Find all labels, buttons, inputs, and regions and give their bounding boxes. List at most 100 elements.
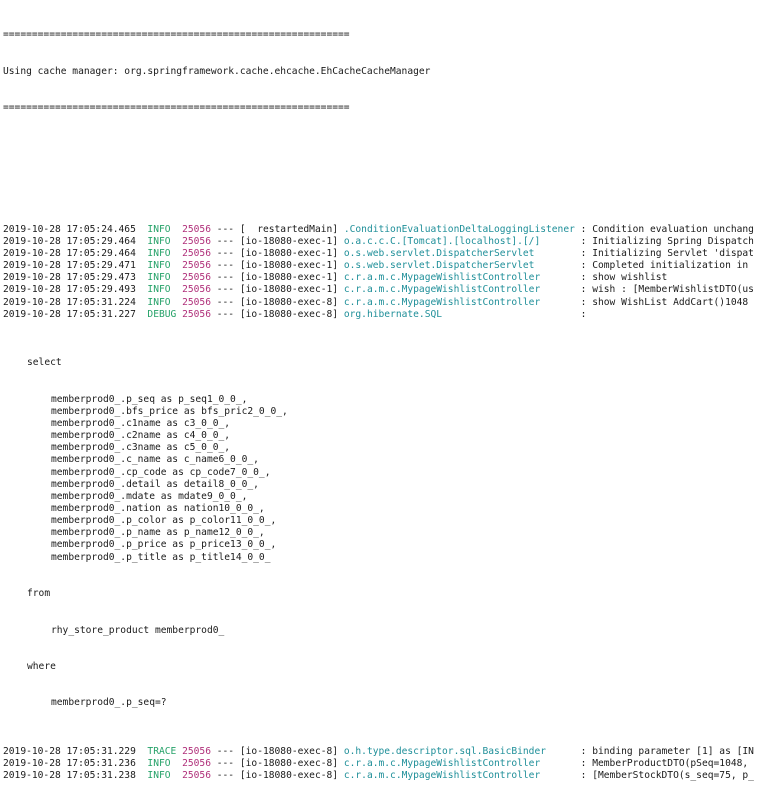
log-logger: c.r.a.m.c.MypageWishlistController bbox=[343, 770, 575, 782]
log-logger: org.hibernate.SQL bbox=[343, 308, 575, 320]
log-line: 2019-10-28 17:05:29.464 INFO 25056 --- [… bbox=[3, 236, 754, 248]
log-pid: 25056 bbox=[182, 272, 211, 284]
sql-column: memberprod0_.nation as nation10_0_0_, bbox=[51, 503, 265, 515]
sql-column-list: memberprod0_.p_seq as p_seq1_0_0_, member… bbox=[3, 394, 754, 564]
log-logger: c.r.a.m.c.MypageWishlistController bbox=[343, 284, 575, 296]
log-pid: 25056 bbox=[182, 260, 211, 272]
sql-column: memberprod0_.c2name as c4_0_0_, bbox=[51, 430, 231, 442]
log-thread: --- [io-18080-exec-1] bbox=[210, 272, 344, 284]
log-level: INFO bbox=[147, 223, 177, 235]
log-level: INFO bbox=[147, 284, 177, 296]
sql-column: memberprod0_.p_seq as p_seq1_0_0_, bbox=[51, 393, 248, 405]
sql-from-keyword: from bbox=[27, 588, 51, 600]
log-thread: --- [io-18080-exec-1] bbox=[210, 235, 344, 247]
log-line: 2019-10-28 17:05:31.224 INFO 25056 --- [… bbox=[3, 297, 754, 309]
log-line: 2019-10-28 17:05:29.471 INFO 25056 --- [… bbox=[3, 260, 754, 272]
log-pid: 25056 bbox=[182, 296, 211, 308]
log-thread: --- [io-18080-exec-1] bbox=[210, 260, 344, 272]
log-line: 2019-10-28 17:05:31.229 TRACE 25056 --- … bbox=[3, 746, 754, 758]
log-thread: --- [io-18080-exec-1] bbox=[210, 284, 344, 296]
log-pid: 25056 bbox=[182, 770, 211, 782]
log-logger: c.r.a.m.c.MypageWishlistController bbox=[343, 272, 575, 284]
log-pid: 25056 bbox=[182, 308, 211, 320]
log-message: : Initializing Spring Dispatch bbox=[574, 235, 754, 247]
log-timestamp: 2019-10-28 17:05:31.224 bbox=[3, 296, 136, 308]
log-logger: o.s.web.servlet.DispatcherServlet bbox=[343, 260, 575, 272]
log-level: INFO bbox=[147, 758, 177, 770]
log-timestamp: 2019-10-28 17:05:31.238 bbox=[3, 770, 136, 782]
log-logger: o.h.type.descriptor.sql.BasicBinder bbox=[343, 746, 575, 758]
log-line: 2019-10-28 17:05:31.227 DEBUG 25056 --- … bbox=[3, 309, 754, 321]
log-logger: o.s.web.servlet.DispatcherServlet bbox=[343, 248, 575, 260]
log-timestamp: 2019-10-28 17:05:31.229 bbox=[3, 746, 136, 758]
log-message: : Initializing Servlet 'dispat bbox=[574, 248, 754, 260]
log-timestamp: 2019-10-28 17:05:24.465 bbox=[3, 223, 136, 235]
log-line: 2019-10-28 17:05:24.465 INFO 25056 --- [… bbox=[3, 224, 754, 236]
log-level: DEBUG bbox=[147, 308, 177, 320]
log-timestamp: 2019-10-28 17:05:29.473 bbox=[3, 272, 136, 284]
log-line: 2019-10-28 17:05:29.493 INFO 25056 --- [… bbox=[3, 284, 754, 296]
sql-column: memberprod0_.c_name as c_name6_0_0_, bbox=[51, 454, 259, 466]
log-level: INFO bbox=[147, 272, 177, 284]
log-message: : binding parameter [1] as [IN bbox=[574, 746, 754, 758]
log-line: 2019-10-28 17:05:29.464 INFO 25056 --- [… bbox=[3, 248, 754, 260]
log-thread: --- [io-18080-exec-1] bbox=[210, 248, 344, 260]
sql-column: memberprod0_.p_name as p_name12_0_0_, bbox=[51, 527, 265, 539]
log-timestamp: 2019-10-28 17:05:29.471 bbox=[3, 260, 136, 272]
log-pid: 25056 bbox=[182, 248, 211, 260]
sql-column: memberprod0_.p_title as p_title14_0_0_ bbox=[51, 551, 271, 563]
log-thread: --- [ restartedMain] bbox=[210, 223, 344, 235]
log-message: : [MemberStockDTO(s_seq=75, p_ bbox=[574, 770, 754, 782]
log-line: 2019-10-28 17:05:31.236 INFO 25056 --- [… bbox=[3, 758, 754, 770]
log-pid: 25056 bbox=[182, 758, 211, 770]
log-logger: o.a.c.c.C.[Tomcat].[localhost].[/] bbox=[343, 235, 575, 247]
sql-where-keyword: where bbox=[27, 660, 56, 672]
sql-column: memberprod0_.c1name as c3_0_0_, bbox=[51, 418, 231, 430]
log-message: : Condition evaluation unchang bbox=[574, 223, 754, 235]
log-lines: 2019-10-28 17:05:24.465 INFO 25056 --- [… bbox=[3, 224, 754, 321]
log-thread: --- [io-18080-exec-8] bbox=[210, 308, 344, 320]
sql-column: memberprod0_.c3name as c5_0_0_, bbox=[51, 442, 231, 454]
sql-column: memberprod0_.mdate as mdate9_0_0_, bbox=[51, 490, 248, 502]
log-logger: c.r.a.m.c.MypageWishlistController bbox=[343, 296, 575, 308]
log-pid: 25056 bbox=[182, 746, 211, 758]
log-thread: --- [io-18080-exec-8] bbox=[210, 758, 344, 770]
log-timestamp: 2019-10-28 17:05:29.493 bbox=[3, 284, 136, 296]
log-timestamp: 2019-10-28 17:05:31.236 bbox=[3, 758, 136, 770]
log-level: TRACE bbox=[147, 746, 177, 758]
sql-condition: memberprod0_.p_seq=? bbox=[51, 697, 167, 709]
sql-column: memberprod0_.bfs_price as bfs_pric2_0_0_… bbox=[51, 405, 288, 417]
log-timestamp: 2019-10-28 17:05:29.464 bbox=[3, 248, 136, 260]
header-rule-top: ========================================… bbox=[3, 29, 350, 41]
console-output[interactable]: ========================================… bbox=[3, 5, 754, 795]
log-pid: 25056 bbox=[182, 223, 211, 235]
log-level: INFO bbox=[147, 235, 177, 247]
log-lines-tail: 2019-10-28 17:05:31.229 TRACE 25056 --- … bbox=[3, 746, 754, 782]
sql-select-keyword: select bbox=[27, 357, 62, 369]
log-message: : show WishList AddCart()1048 bbox=[574, 296, 749, 308]
log-level: INFO bbox=[147, 770, 177, 782]
log-logger: .ConditionEvaluationDeltaLoggingListener bbox=[343, 223, 575, 235]
log-message: : MemberProductDTO(pSeq=1048, bbox=[574, 758, 754, 770]
log-thread: --- [io-18080-exec-8] bbox=[210, 746, 344, 758]
log-message: : Completed initialization in bbox=[574, 260, 754, 272]
sql-column: memberprod0_.detail as detail8_0_0_, bbox=[51, 478, 259, 490]
sql-column: memberprod0_.cp_code as cp_code7_0_0_, bbox=[51, 466, 271, 478]
log-pid: 25056 bbox=[182, 235, 211, 247]
log-line: 2019-10-28 17:05:31.238 INFO 25056 --- [… bbox=[3, 770, 754, 782]
log-level: INFO bbox=[147, 260, 177, 272]
log-message: : bbox=[574, 308, 587, 320]
log-thread: --- [io-18080-exec-8] bbox=[210, 770, 344, 782]
log-timestamp: 2019-10-28 17:05:31.227 bbox=[3, 308, 136, 320]
log-level: INFO bbox=[147, 248, 177, 260]
log-pid: 25056 bbox=[182, 284, 211, 296]
sql-column: memberprod0_.p_color as p_color11_0_0_, bbox=[51, 515, 277, 527]
log-logger: c.r.a.m.c.MypageWishlistController bbox=[343, 758, 575, 770]
log-message: : wish : [MemberWishlistDTO(us bbox=[574, 284, 754, 296]
cache-manager-message: Using cache manager: org.springframework… bbox=[3, 65, 431, 77]
log-line: 2019-10-28 17:05:29.473 INFO 25056 --- [… bbox=[3, 272, 754, 284]
log-timestamp: 2019-10-28 17:05:29.464 bbox=[3, 235, 136, 247]
log-level: INFO bbox=[147, 296, 177, 308]
